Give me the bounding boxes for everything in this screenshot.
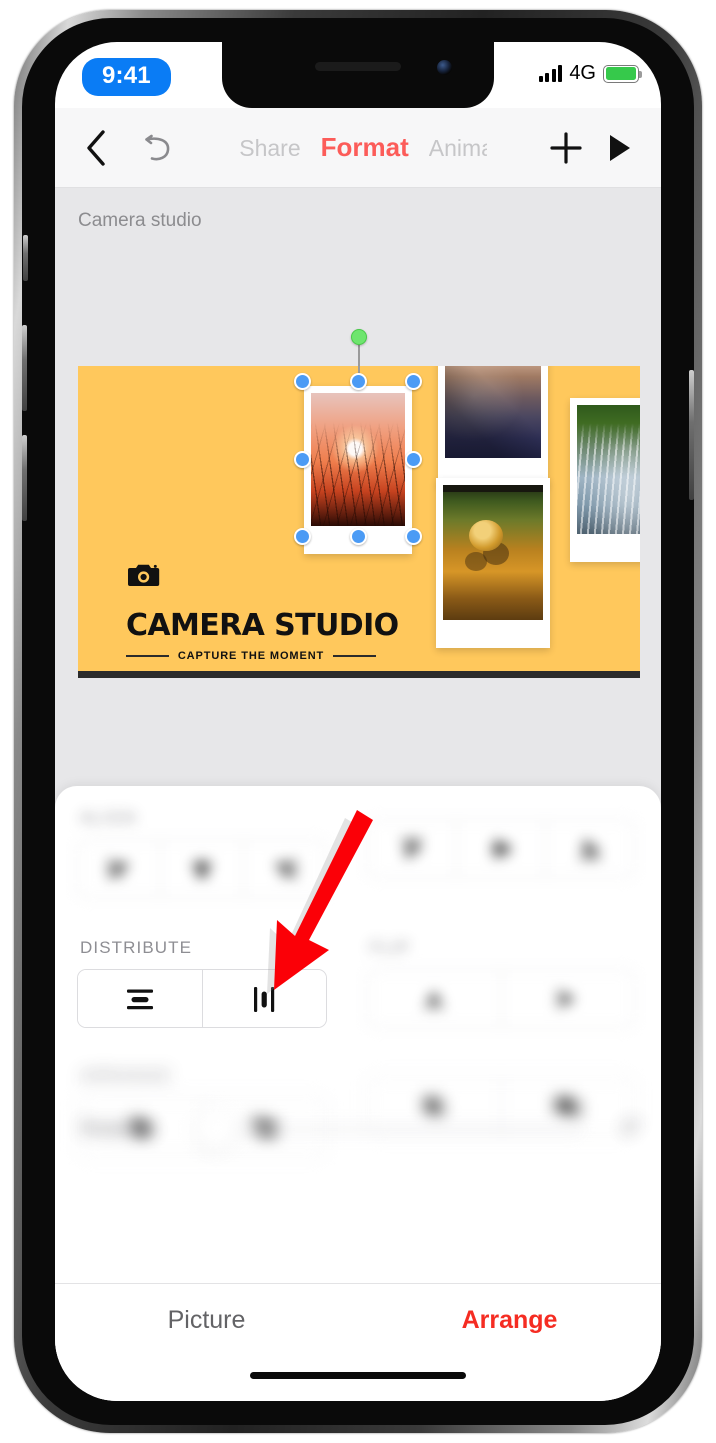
rotation-handle[interactable]	[351, 329, 367, 345]
distribute-segment[interactable]	[77, 969, 327, 1028]
slide-footer-bar	[78, 671, 640, 678]
home-indicator[interactable]	[250, 1372, 466, 1379]
status-bar-time: 9:41	[82, 58, 171, 96]
distribute-horizontally-icon	[126, 989, 153, 1009]
camera-icon	[128, 564, 160, 586]
arrange-label: ARRANGE	[80, 1066, 172, 1085]
resize-handle-top-left[interactable]	[294, 373, 311, 390]
rotation-value: 0°	[622, 1118, 641, 1139]
phone-screen: 9:41 4G Share Format Animat	[55, 42, 661, 1401]
flip-horizontal-button[interactable]	[501, 970, 634, 1027]
rotation-label: Rotation	[81, 1117, 156, 1140]
add-button[interactable]	[539, 119, 593, 177]
resize-handle-top-center[interactable]	[349, 373, 367, 390]
signal-bars-icon	[538, 65, 563, 82]
rotation-slider-knob[interactable]	[195, 1108, 237, 1150]
tab-format[interactable]: Format	[321, 132, 409, 163]
slide-title: CAMERA STUDIO	[126, 608, 399, 643]
distribute-vertically-button[interactable]	[202, 970, 326, 1027]
subtitle-rule-left	[126, 655, 169, 657]
align-right-button[interactable]	[244, 840, 326, 897]
spider-photo[interactable]	[436, 478, 550, 648]
flip-section: FLIP	[367, 938, 635, 1028]
tab-share[interactable]: Share	[239, 135, 300, 162]
power-button[interactable]	[689, 370, 694, 500]
app-toolbar: Share Format Animat	[55, 108, 661, 188]
slide-subtitle: CAPTURE THE MOMENT	[126, 650, 376, 662]
align-top-button[interactable]	[368, 820, 457, 877]
battery-full-icon	[603, 64, 642, 83]
panel-tab-bar: Picture Arrange	[55, 1283, 661, 1401]
waterfall-photo[interactable]	[570, 398, 640, 562]
align-vertical-section	[367, 808, 635, 878]
play-button[interactable]	[593, 119, 647, 177]
rotation-row[interactable]: Rotation 0°	[81, 1101, 641, 1157]
back-button[interactable]	[67, 119, 125, 177]
align-bottom-button[interactable]	[546, 820, 634, 877]
resize-handle-bottom-center[interactable]	[349, 528, 367, 545]
align-center-horizontal-button[interactable]	[161, 840, 244, 897]
distribute-horizontally-button[interactable]	[78, 970, 203, 1027]
silent-switch-button[interactable]	[23, 235, 28, 281]
flip-segment[interactable]	[367, 969, 635, 1028]
resize-handle-bottom-left[interactable]	[294, 528, 311, 545]
align-horizontal-label: ALIGN	[80, 808, 137, 827]
mountain-photo[interactable]	[438, 366, 548, 486]
align-horizontal-segment[interactable]	[77, 839, 327, 898]
volume-up-button[interactable]	[22, 325, 27, 411]
distribute-label: DISTRIBUTE	[80, 938, 193, 957]
distribute-vertically-icon	[254, 986, 275, 1012]
flip-label: FLIP	[370, 938, 411, 957]
phone-frame: 9:41 4G Share Format Animat	[14, 10, 702, 1433]
resize-handle-top-right[interactable]	[405, 373, 422, 390]
tab-arrange[interactable]: Arrange	[358, 1306, 661, 1335]
status-bar: 9:41 4G	[55, 42, 661, 108]
distribute-section: DISTRIBUTE	[77, 938, 327, 1028]
document-name-label: Camera studio	[78, 210, 202, 231]
format-panel-scroll[interactable]: ALIGN DISTRIBUTE FLIP ARRANGE Rotation 0…	[55, 786, 661, 1283]
flip-vertical-button[interactable]	[368, 970, 502, 1027]
align-left-button[interactable]	[78, 840, 161, 897]
status-bar-right: 4G	[538, 62, 642, 85]
align-horizontal-section: ALIGN	[77, 808, 327, 898]
align-vertical-segment[interactable]	[367, 819, 635, 878]
format-panel: ALIGN DISTRIBUTE FLIP ARRANGE Rotation 0…	[55, 786, 661, 1401]
volume-down-button[interactable]	[22, 435, 27, 521]
undo-button[interactable]	[129, 119, 187, 177]
resize-handle-middle-left[interactable]	[294, 450, 311, 468]
resize-handle-bottom-right[interactable]	[405, 528, 422, 545]
network-type-label: 4G	[569, 62, 596, 84]
rotation-slider[interactable]	[195, 1108, 583, 1150]
slide-subtitle-text: CAPTURE THE MOMENT	[177, 650, 325, 662]
tab-animate[interactable]: Animat	[429, 135, 487, 162]
subtitle-rule-right	[333, 655, 376, 657]
toolbar-tabs: Share Format Animat	[187, 132, 539, 163]
resize-handle-middle-right[interactable]	[405, 450, 422, 468]
tab-picture[interactable]: Picture	[55, 1306, 358, 1335]
align-middle-vertical-button[interactable]	[457, 820, 546, 877]
selection-box[interactable]	[294, 373, 422, 545]
